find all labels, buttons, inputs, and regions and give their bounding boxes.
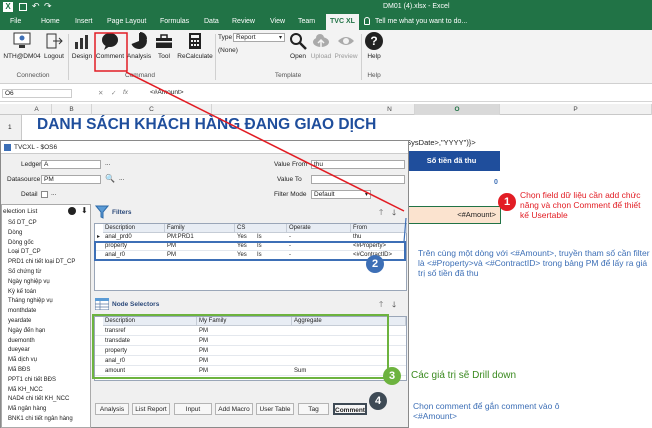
step-note-1: Chọn field dữ liệu cần add chức năng và … (520, 190, 641, 220)
step-note-4: Chọn comment để gắn comment vào ô <#Amou… (413, 401, 560, 421)
step-badge-1: 1 (498, 193, 516, 211)
step-badge-3: 3 (383, 367, 401, 385)
step-note-2: Trên cùng một dòng với <#Amount>, truyền… (418, 248, 650, 278)
arrow-filters-to-cell (403, 217, 407, 243)
step-badge-4: 4 (369, 392, 387, 410)
step-badge-2: 2 (366, 255, 384, 273)
arrow-comment-to-cell (125, 71, 405, 212)
step-note-3: Các giá trị sẽ Drill down (411, 370, 517, 381)
comment-button-highlight (94, 32, 128, 72)
